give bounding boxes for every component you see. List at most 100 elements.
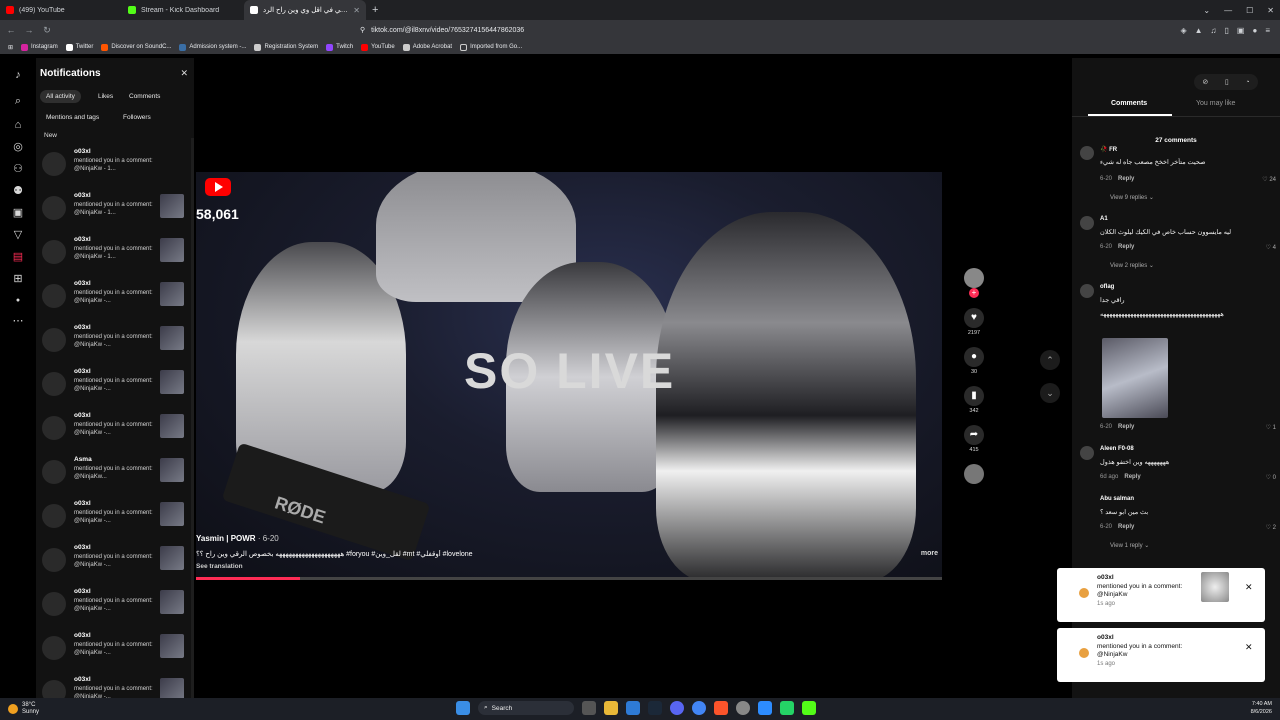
notification-author[interactable]: o03xl xyxy=(74,632,91,639)
notification-item[interactable]: o03xl mentioned you in a comment: @NinjaK… xyxy=(36,368,194,408)
bookmark-folder-imported[interactable]: Imported from Go... xyxy=(460,43,522,51)
close-icon[interactable]: ✕ xyxy=(1245,642,1253,653)
video-thumbnail[interactable] xyxy=(160,370,184,394)
video-thumbnail[interactable] xyxy=(160,590,184,614)
new-tab-button[interactable]: + xyxy=(372,4,378,16)
avatar[interactable] xyxy=(42,240,66,264)
menu-icon[interactable]: ≡ xyxy=(1265,26,1270,35)
avatar[interactable] xyxy=(1080,496,1094,510)
reload-icon[interactable]: ↻ xyxy=(40,25,54,36)
video-thumbnail[interactable] xyxy=(160,238,184,262)
reply-button[interactable]: Reply xyxy=(1118,524,1134,530)
more-button[interactable]: more xyxy=(921,550,938,557)
bookmark-registration[interactable]: Registration System xyxy=(254,43,318,51)
profile-icon[interactable]: ◔ xyxy=(1245,79,1249,86)
friends-icon[interactable]: ⚉ xyxy=(11,184,25,198)
close-window-button[interactable]: ✕ xyxy=(1267,6,1274,15)
comment-like[interactable]: ♡ 0 xyxy=(1266,474,1276,481)
notification-author[interactable]: o03xl xyxy=(74,500,91,507)
live-icon[interactable]: ▣ xyxy=(11,206,25,220)
notification-item[interactable]: o03xl mentioned you in a comment: @NinjaK… xyxy=(36,148,194,188)
search-icon[interactable]: ⌕ xyxy=(11,94,25,108)
notification-item[interactable]: o03xl mentioned you in a comment: @NinjaK… xyxy=(36,236,194,276)
comment-author[interactable]: Aleen F0-08 xyxy=(1100,446,1134,452)
comment-author[interactable]: A1 xyxy=(1100,216,1108,222)
video-thumbnail[interactable] xyxy=(160,546,184,570)
notification-author[interactable]: o03xl xyxy=(74,192,91,199)
tab-youtube[interactable]: (499) YouTube xyxy=(0,0,122,20)
reply-button[interactable]: Reply xyxy=(1118,424,1134,430)
view-replies-button[interactable]: View 1 reply ⌄ xyxy=(1110,542,1149,549)
file-explorer-icon[interactable] xyxy=(604,701,618,715)
previous-video-button[interactable]: ⌃ xyxy=(1040,350,1060,370)
notification-author[interactable]: o03xl xyxy=(74,588,91,595)
save-button[interactable]: ▮ 342 xyxy=(960,386,988,414)
notification-item[interactable]: o03xl mentioned you in a comment: @NinjaK… xyxy=(36,500,194,540)
tab-tiktok[interactable]: أوقفلي في اقل وي وين راح الرد ✕ xyxy=(244,0,366,20)
avatar[interactable] xyxy=(1080,446,1094,460)
tab-you-may-like[interactable]: You may like xyxy=(1196,100,1235,107)
start-icon[interactable] xyxy=(456,701,470,715)
bookmark-acrobat[interactable]: Adobe Acrobat xyxy=(402,43,452,51)
avatar[interactable] xyxy=(42,636,66,660)
bookmark-soundcloud[interactable]: Discover on SoundC... xyxy=(101,43,171,51)
brave-icon[interactable] xyxy=(714,701,728,715)
kick-icon[interactable] xyxy=(802,701,816,715)
wallet-icon[interactable]: ▣ xyxy=(1237,26,1245,35)
avatar[interactable] xyxy=(42,328,66,352)
taskbar-search[interactable]: ⌕ Search xyxy=(478,701,574,715)
steam-icon[interactable] xyxy=(648,701,662,715)
video-thumbnail[interactable] xyxy=(160,282,184,306)
comment-like[interactable]: ♡ 4 xyxy=(1266,244,1276,251)
whatsapp-icon[interactable] xyxy=(780,701,794,715)
url-input[interactable]: ⚲ tiktok.com/@il8xnv/video/7653274156447… xyxy=(354,23,894,37)
filter-all-activity[interactable]: All activity xyxy=(40,90,81,103)
avatar[interactable] xyxy=(1080,146,1094,160)
store-icon[interactable] xyxy=(626,701,640,715)
bookmark-youtube[interactable]: YouTube xyxy=(361,43,395,51)
tab-close-icon[interactable]: ✕ xyxy=(353,6,360,15)
minimize-button[interactable]: — xyxy=(1224,6,1232,15)
scrollbar[interactable] xyxy=(191,138,194,698)
follow-plus-icon[interactable]: + xyxy=(969,288,979,298)
avatar[interactable] xyxy=(42,460,66,484)
filter-likes[interactable]: Likes xyxy=(92,90,119,103)
bookmark-instagram[interactable]: Instagram xyxy=(21,43,58,51)
more-icon[interactable]: ⋯ xyxy=(11,314,25,328)
video-thumbnail[interactable] xyxy=(160,414,184,438)
apps-grid-icon[interactable]: ⊞ xyxy=(8,44,13,51)
upload-icon[interactable]: ⊞ xyxy=(11,272,25,286)
video-thumbnail[interactable] xyxy=(160,634,184,658)
comment-author[interactable]: 🥀 FR xyxy=(1100,146,1117,153)
notification-author[interactable]: o03xl xyxy=(74,280,91,287)
notification-author[interactable]: o03xl xyxy=(74,412,91,419)
notification-item[interactable]: o03xl mentioned you in a comment: @NinjaK… xyxy=(36,632,194,672)
notification-author[interactable]: o03xl xyxy=(74,148,91,155)
see-translation-link[interactable]: See translation xyxy=(196,563,243,570)
discord-icon[interactable] xyxy=(670,701,684,715)
notification-author[interactable]: o03xl xyxy=(74,324,91,331)
reply-button[interactable]: Reply xyxy=(1118,176,1134,182)
notification-author[interactable]: o03xl xyxy=(74,368,91,375)
close-icon[interactable]: ✕ xyxy=(1245,582,1253,593)
avatar[interactable] xyxy=(42,504,66,528)
comment-like[interactable]: ♡ 2 xyxy=(1266,524,1276,531)
music-disc[interactable] xyxy=(960,464,988,484)
video-thumbnail[interactable] xyxy=(160,458,184,482)
comment-author[interactable]: Abu salman xyxy=(1100,496,1134,502)
obs-icon[interactable] xyxy=(736,701,750,715)
avatar[interactable] xyxy=(1080,284,1094,298)
link-icon[interactable]: ⊘ xyxy=(1202,78,1208,86)
notification-item[interactable]: o03xl mentioned you in a comment: @NinjaK… xyxy=(36,280,194,320)
bookmark-twitch[interactable]: Twitch xyxy=(326,43,353,51)
comment-button[interactable]: ● 30 xyxy=(960,347,988,375)
avatar[interactable] xyxy=(42,152,66,176)
avatar[interactable] xyxy=(42,548,66,572)
messages-icon[interactable]: ▽ xyxy=(11,228,25,242)
site-info-icon[interactable]: ⚲ xyxy=(360,26,365,34)
close-icon[interactable]: ✕ xyxy=(180,68,188,79)
avatar[interactable] xyxy=(1080,216,1094,230)
notification-author[interactable]: o03xl xyxy=(74,676,91,683)
forward-arrow-icon[interactable]: → xyxy=(22,25,36,35)
bookmark-admission[interactable]: Admission system -... xyxy=(179,43,246,51)
